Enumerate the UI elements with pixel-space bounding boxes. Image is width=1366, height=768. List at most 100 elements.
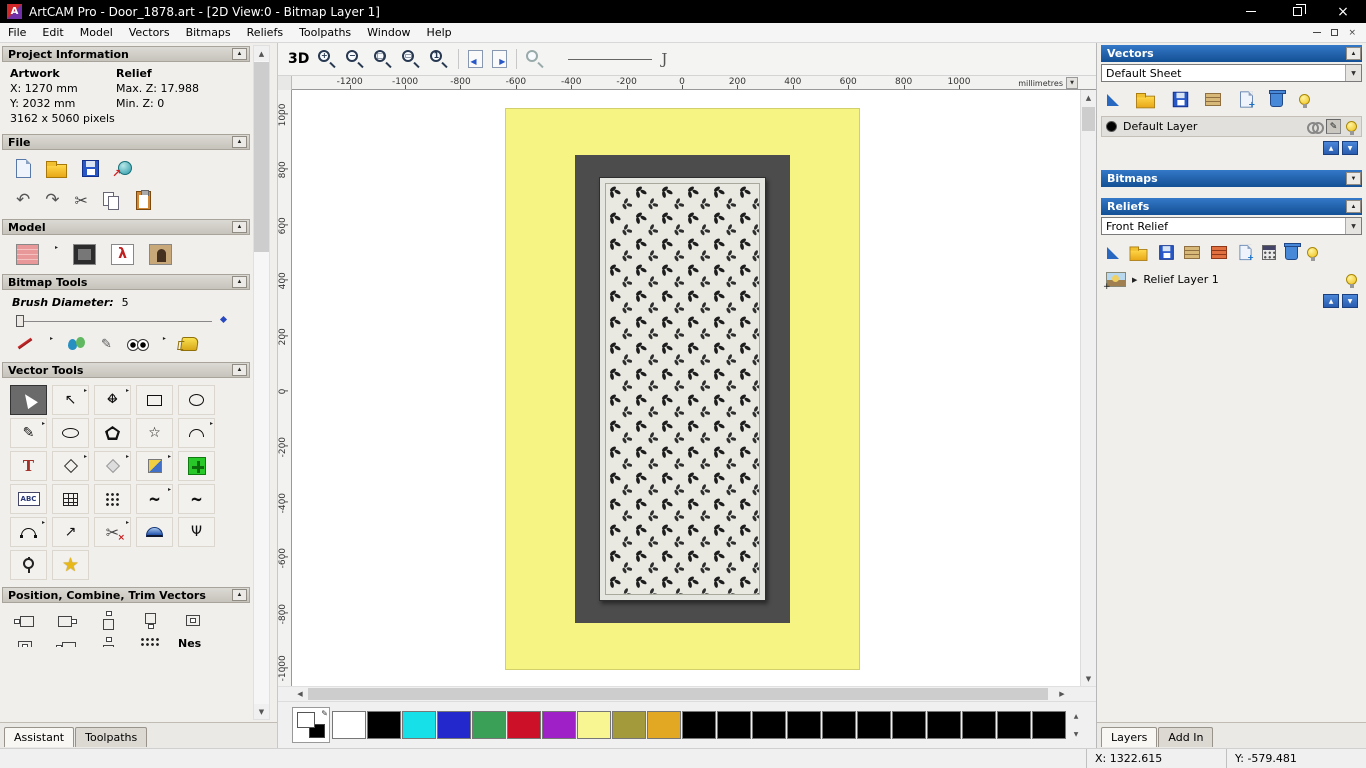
menu-item[interactable]: Vectors bbox=[121, 23, 178, 42]
zoom-previous-icon[interactable] bbox=[526, 49, 545, 69]
greyscale-view-icon[interactable] bbox=[73, 244, 97, 265]
mdi-restore-button[interactable] bbox=[1331, 29, 1339, 36]
curve-node-tool[interactable]: ~ ▸ bbox=[136, 484, 173, 514]
primary-secondary-colour-widget[interactable]: ✎ bbox=[292, 707, 330, 743]
scroll-left-arrow[interactable]: ◀ bbox=[292, 687, 308, 701]
toggle-relief-visibility-icon[interactable] bbox=[1307, 247, 1318, 261]
align-left-icon[interactable] bbox=[14, 611, 38, 633]
mdi-minimize-button[interactable] bbox=[1313, 32, 1322, 33]
combine-icon[interactable] bbox=[56, 637, 80, 647]
layers-panel-tab[interactable]: Add In bbox=[1158, 727, 1214, 747]
copy-icon[interactable] bbox=[102, 191, 121, 210]
brush-diameter-slider[interactable] bbox=[12, 313, 240, 329]
zoom-in-icon[interactable]: + bbox=[318, 49, 337, 69]
flyout-arrow-icon[interactable]: ▸ bbox=[42, 519, 45, 526]
flyout-arrow-icon[interactable]: ▸ bbox=[168, 486, 171, 493]
menu-item[interactable]: Reliefs bbox=[239, 23, 291, 42]
ruler-unit-dropdown[interactable]: ▼ bbox=[1066, 77, 1078, 89]
minimize-button[interactable] bbox=[1228, 0, 1274, 23]
branch-vectors-tool[interactable]: Ψ bbox=[178, 517, 215, 547]
collapse-button[interactable]: ▲ bbox=[1346, 47, 1361, 60]
link-layer-icon[interactable] bbox=[1307, 122, 1324, 134]
curve-smooth-tool[interactable]: ∼ bbox=[178, 484, 215, 514]
save-relief-icon[interactable] bbox=[1159, 245, 1174, 260]
paint-brush-icon[interactable] bbox=[16, 335, 34, 353]
create-star-tool[interactable]: ☆ bbox=[136, 418, 173, 448]
paste-icon[interactable] bbox=[135, 190, 151, 210]
menu-item[interactable]: Model bbox=[72, 23, 121, 42]
create-ellipse-tool[interactable] bbox=[178, 385, 215, 415]
page-right-icon[interactable]: ▶ bbox=[492, 50, 508, 68]
flood-fill-icon[interactable] bbox=[179, 337, 199, 351]
create-text-tool[interactable]: T bbox=[10, 451, 47, 481]
select-vectors-tool[interactable] bbox=[10, 385, 47, 415]
relief-selector[interactable]: Front Relief ▼ bbox=[1101, 217, 1362, 235]
collapse-button[interactable]: ▲ bbox=[232, 589, 247, 601]
palette-swatch[interactable] bbox=[507, 711, 541, 739]
align-bottom-icon[interactable] bbox=[140, 611, 164, 633]
relief-visibility-bulb-icon[interactable] bbox=[1346, 274, 1357, 288]
cut-icon[interactable]: ✂ bbox=[75, 191, 88, 210]
palette-swatch[interactable] bbox=[367, 711, 401, 739]
close-button[interactable]: × bbox=[1320, 0, 1366, 23]
layer-colour-swatch[interactable] bbox=[1106, 121, 1117, 132]
flyout-arrow-icon[interactable]: ▸ bbox=[84, 387, 87, 394]
duplicate-relief-icon[interactable] bbox=[1239, 244, 1254, 263]
expand-arrow-icon[interactable]: ▶ bbox=[1132, 276, 1137, 284]
toggle-all-visibility-icon[interactable] bbox=[1299, 94, 1310, 108]
new-model-icon[interactable] bbox=[16, 159, 31, 178]
wrap-star-tool[interactable]: ★ bbox=[52, 550, 89, 580]
collapse-button[interactable]: ▲ bbox=[232, 48, 247, 60]
create-rectangle-tool[interactable] bbox=[136, 385, 173, 415]
palette-swatch[interactable] bbox=[577, 711, 611, 739]
palette-swatch[interactable] bbox=[437, 711, 471, 739]
save-layer-icon[interactable] bbox=[1172, 91, 1189, 108]
load-bitmap-icon[interactable] bbox=[149, 244, 173, 265]
swap-colours-icon[interactable]: ✎ bbox=[321, 709, 328, 718]
create-polygon-tool[interactable] bbox=[94, 418, 131, 448]
calculate-relief-icon[interactable] bbox=[1262, 245, 1276, 260]
combine-icon[interactable] bbox=[98, 637, 122, 647]
scroll-thumb[interactable] bbox=[1082, 107, 1095, 131]
offset-vectors-tool[interactable]: ▸ bbox=[52, 451, 89, 481]
flyout-arrow-icon[interactable]: ▸ bbox=[163, 335, 166, 342]
undo-icon[interactable]: ↶ bbox=[16, 192, 30, 209]
palette-swatch[interactable] bbox=[997, 711, 1031, 739]
assistant-tab[interactable]: Toolpaths bbox=[75, 727, 148, 747]
page-left-icon[interactable]: ◀ bbox=[468, 50, 484, 68]
align-right-icon[interactable] bbox=[56, 611, 80, 633]
slider-thumb[interactable] bbox=[16, 315, 24, 327]
paint-selective-icon[interactable] bbox=[68, 337, 86, 351]
palette-swatch[interactable] bbox=[682, 711, 716, 739]
zoom-extents-icon[interactable]: ▭ bbox=[402, 49, 421, 69]
dropdown-arrow-icon[interactable]: ▼ bbox=[1345, 65, 1361, 81]
menu-item[interactable]: Edit bbox=[34, 23, 71, 42]
new-sheet-icon[interactable] bbox=[1240, 91, 1255, 110]
collapse-button[interactable]: ▲ bbox=[232, 276, 247, 288]
scroll-thumb[interactable] bbox=[308, 688, 1048, 700]
transform-vectors-tool[interactable]: ↔ ↕ ▸ bbox=[94, 385, 131, 415]
draw-pencil-icon[interactable]: ✎ bbox=[101, 337, 112, 352]
scroll-right-arrow[interactable]: ▶ bbox=[1054, 687, 1070, 701]
transfer-relief-icon[interactable] bbox=[1211, 246, 1229, 259]
horizontal-scrollbar[interactable]: ◀ ▶ bbox=[278, 686, 1096, 701]
move-layer-down-button[interactable]: ▼ bbox=[1342, 141, 1358, 155]
new-relief-layer-icon[interactable] bbox=[1107, 246, 1119, 259]
sheet-selector[interactable]: Default Sheet ▼ bbox=[1101, 64, 1362, 82]
relief-layer-row[interactable]: ▶ Relief Layer 1 bbox=[1101, 269, 1362, 292]
direction-arrow-tool[interactable]: ↗ bbox=[52, 517, 89, 547]
arc-through-points-tool[interactable]: ▸ bbox=[10, 517, 47, 547]
zoom-window-icon[interactable]: □ bbox=[374, 49, 393, 69]
create-polyline-tool[interactable]: ✎ ▸ bbox=[10, 418, 47, 448]
open-layer-icon[interactable] bbox=[1136, 92, 1155, 108]
primary-colour-swatch[interactable] bbox=[297, 712, 315, 728]
extrude-dome-tool[interactable] bbox=[136, 517, 173, 547]
scroll-down-arrow[interactable]: ▼ bbox=[1081, 671, 1096, 686]
set-model-size-icon[interactable] bbox=[16, 244, 39, 265]
move-layer-up-button[interactable]: ▲ bbox=[1323, 141, 1339, 155]
nudge-dots-icon[interactable] bbox=[140, 637, 160, 647]
collapse-button[interactable]: ▲ bbox=[232, 136, 247, 148]
merge-layers-icon[interactable] bbox=[1205, 93, 1223, 106]
flyout-arrow-icon[interactable]: ▸ bbox=[126, 453, 129, 460]
view-3d-button[interactable]: 3D bbox=[288, 51, 309, 67]
